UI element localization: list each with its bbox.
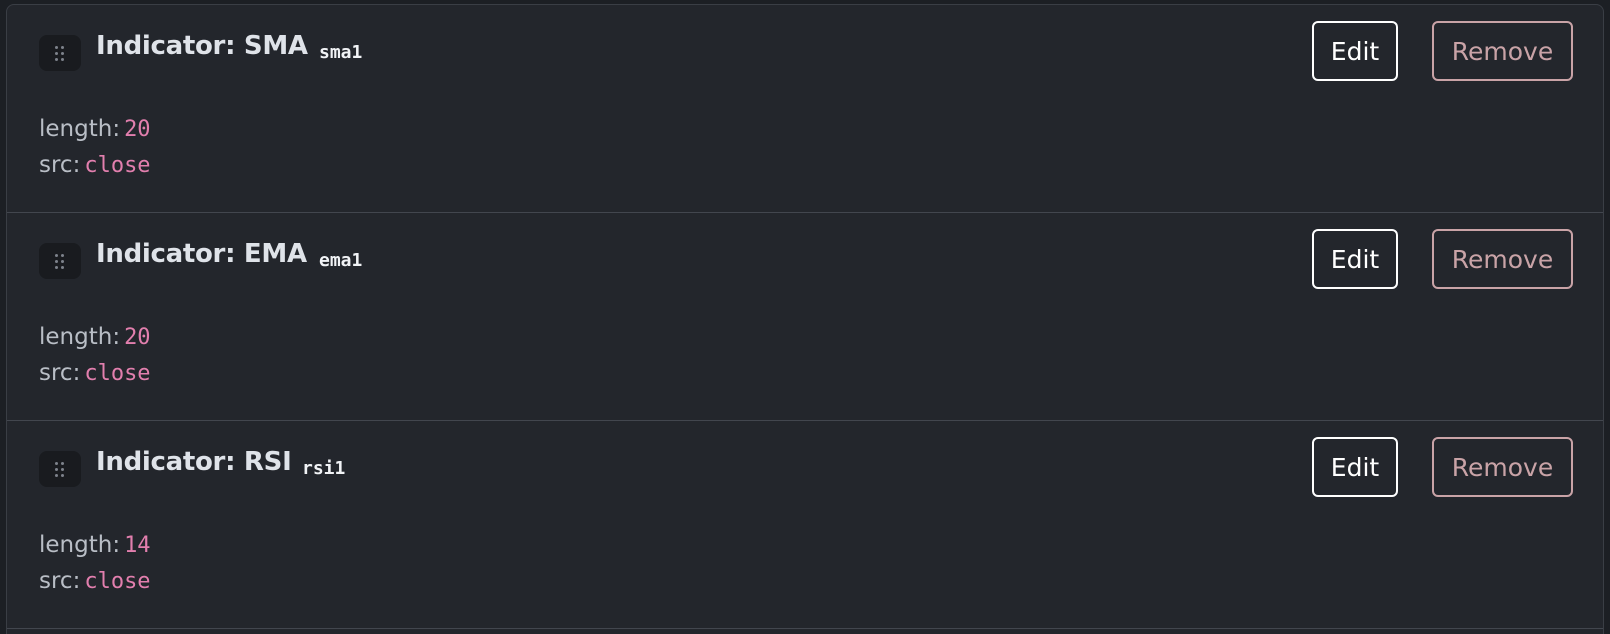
drag-handle[interactable] [39,35,81,71]
param-length: length: 20 [39,116,151,142]
param-key: src: [39,568,81,594]
indicator-list: Indicator: SMA sma1 Edit Remove length: 2… [6,4,1604,634]
indicator-title: Indicator: EMA [96,239,307,269]
drag-handle-icon [55,462,65,477]
param-key: src: [39,360,81,386]
param-value: 14 [124,533,151,558]
drag-handle-icon [55,254,65,269]
param-src: src: close [39,152,151,178]
param-value: close [84,569,151,594]
remove-button[interactable]: Remove [1432,437,1573,497]
indicator-item-rsi: Indicator: RSI rsi1 Edit Remove length: 1… [7,421,1603,629]
drag-handle[interactable] [39,451,81,487]
drag-handle[interactable] [39,243,81,279]
edit-button[interactable]: Edit [1312,21,1398,81]
param-length: length: 20 [39,324,151,350]
indicator-id: sma1 [319,42,363,63]
param-key: src: [39,152,81,178]
param-key: length: [39,532,121,558]
edit-button[interactable]: Edit [1312,229,1398,289]
drag-handle-icon [55,46,65,61]
param-value: 20 [124,325,151,350]
param-src: src: close [39,360,151,386]
indicator-item-ema: Indicator: EMA ema1 Edit Remove length: 2… [7,213,1603,421]
param-key: length: [39,116,121,142]
remove-button[interactable]: Remove [1432,229,1573,289]
indicator-title: Indicator: SMA [96,31,308,61]
param-value: close [84,361,151,386]
indicator-id: rsi1 [302,458,346,479]
remove-button[interactable]: Remove [1432,21,1573,81]
param-src: src: close [39,568,151,594]
param-length: length: 14 [39,532,151,558]
param-value: close [84,153,151,178]
indicator-id: ema1 [319,250,363,271]
indicator-title: Indicator: RSI [96,447,292,477]
edit-button[interactable]: Edit [1312,437,1398,497]
param-value: 20 [124,117,151,142]
indicator-item-sma: Indicator: SMA sma1 Edit Remove length: 2… [7,5,1603,213]
param-key: length: [39,324,121,350]
